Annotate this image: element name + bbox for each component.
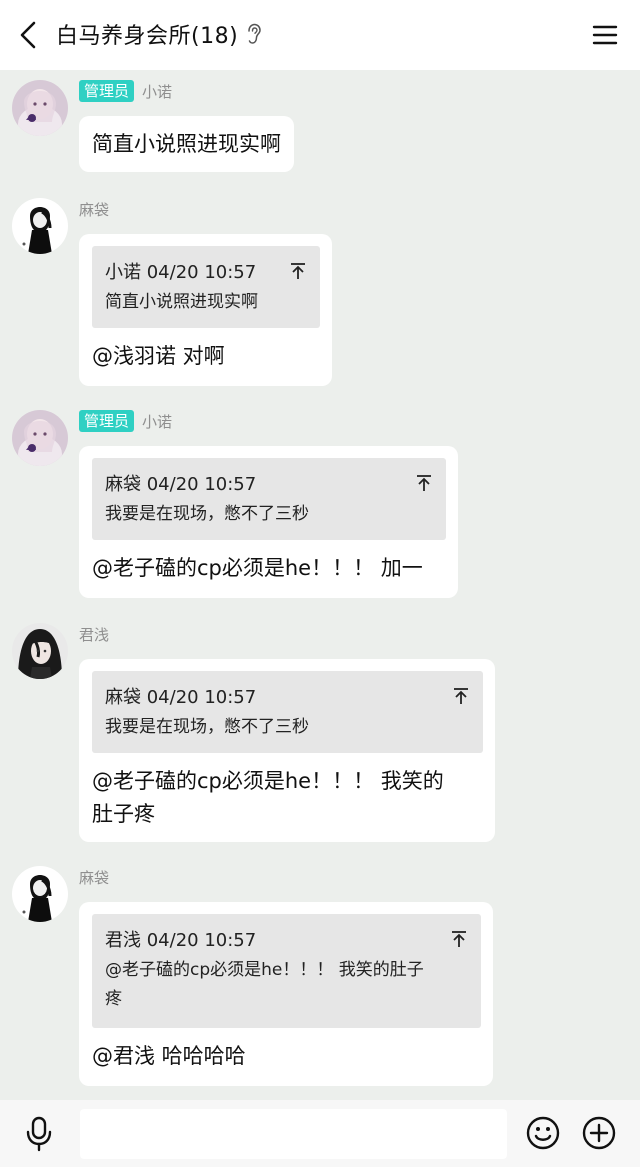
sender-name[interactable]: 小诺 bbox=[142, 81, 172, 102]
avatar[interactable] bbox=[12, 80, 68, 136]
message-text: 简直小说照进现实啊 bbox=[92, 132, 281, 156]
message-bubble[interactable]: 麻袋 04/20 10:57 我要是在现场，憋不了三秒 @老子磕的cp必须是he… bbox=[79, 659, 495, 842]
message-text: @老子磕的cp必须是he！！！ 我笑的 bbox=[92, 769, 444, 793]
quoted-message[interactable]: 小诺 04/20 10:57 简直小说照进现实啊 bbox=[92, 246, 320, 328]
quote-header: 麻袋 04/20 10:57 bbox=[105, 687, 257, 708]
menu-button[interactable] bbox=[588, 18, 622, 52]
quoted-message[interactable]: 麻袋 04/20 10:57 我要是在现场，憋不了三秒 bbox=[92, 458, 446, 540]
ear-icon[interactable] bbox=[246, 23, 262, 45]
quote-text: @老子磕的cp必须是he！！！ 我笑的肚子 bbox=[105, 960, 424, 980]
emoji-button[interactable] bbox=[525, 1115, 561, 1151]
quote-header: 小诺 04/20 10:57 bbox=[105, 262, 257, 283]
message-text: 肚子疼 bbox=[92, 802, 155, 826]
jump-to-top-icon[interactable] bbox=[451, 930, 467, 952]
admin-badge: 管理员 bbox=[79, 80, 135, 102]
plus-circle-icon bbox=[582, 1116, 616, 1150]
sender-name[interactable]: 君浅 bbox=[79, 624, 109, 645]
avatar[interactable] bbox=[12, 623, 68, 679]
quote-header: 君浅 04/20 10:57 bbox=[105, 930, 257, 951]
smiley-icon bbox=[526, 1116, 560, 1150]
sender-name[interactable]: 麻袋 bbox=[79, 867, 109, 888]
quote-text: 疼 bbox=[105, 989, 122, 1009]
menu-icon bbox=[592, 25, 618, 45]
quote-text: 我要是在现场，憋不了三秒 bbox=[105, 717, 309, 737]
message-bubble[interactable]: 简直小说照进现实啊 bbox=[79, 116, 294, 172]
avatar[interactable] bbox=[12, 410, 68, 466]
message-bubble[interactable]: 小诺 04/20 10:57 简直小说照进现实啊 @浅羽诺 对啊 bbox=[79, 234, 332, 386]
quoted-message[interactable]: 麻袋 04/20 10:57 我要是在现场，憋不了三秒 bbox=[92, 671, 483, 753]
admin-badge: 管理员 bbox=[79, 410, 135, 432]
jump-to-top-icon[interactable] bbox=[453, 687, 469, 709]
more-button[interactable] bbox=[581, 1115, 617, 1151]
jump-to-top-icon[interactable] bbox=[290, 262, 306, 284]
avatar[interactable] bbox=[12, 866, 68, 922]
jump-to-top-icon[interactable] bbox=[416, 474, 432, 496]
chat-header: 白马养身会所(18) bbox=[0, 0, 640, 70]
quote-header: 麻袋 04/20 10:57 bbox=[105, 474, 257, 495]
input-bar bbox=[0, 1100, 640, 1167]
message-input[interactable] bbox=[80, 1109, 507, 1159]
sender-name[interactable]: 小诺 bbox=[142, 411, 172, 432]
back-arrow-icon bbox=[20, 21, 36, 49]
quote-text: 简直小说照进现实啊 bbox=[105, 292, 258, 312]
message-bubble[interactable]: 君浅 04/20 10:57 @老子磕的cp必须是he！！！ 我笑的肚子 疼 @… bbox=[79, 902, 493, 1086]
chat-title: 白马养身会所(18) bbox=[56, 24, 239, 49]
quoted-message[interactable]: 君浅 04/20 10:57 @老子磕的cp必须是he！！！ 我笑的肚子 疼 bbox=[92, 914, 481, 1028]
message-list[interactable]: 管理员 小诺 简直小说照进现实啊 麻袋 小诺 04/20 10:57 简直小说照… bbox=[0, 70, 640, 1100]
voice-button[interactable] bbox=[22, 1115, 56, 1153]
message-text: @浅羽诺 对啊 bbox=[92, 344, 225, 368]
back-button[interactable] bbox=[10, 14, 46, 56]
message-bubble[interactable]: 麻袋 04/20 10:57 我要是在现场，憋不了三秒 @老子磕的cp必须是he… bbox=[79, 446, 458, 598]
quote-text: 我要是在现场，憋不了三秒 bbox=[105, 504, 309, 524]
sender-name[interactable]: 麻袋 bbox=[79, 199, 109, 220]
message-text: @君浅 哈哈哈哈 bbox=[92, 1044, 246, 1068]
avatar[interactable] bbox=[12, 198, 68, 254]
microphone-icon bbox=[26, 1116, 52, 1152]
message-text: @老子磕的cp必须是he！！！ 加一 bbox=[92, 556, 423, 580]
